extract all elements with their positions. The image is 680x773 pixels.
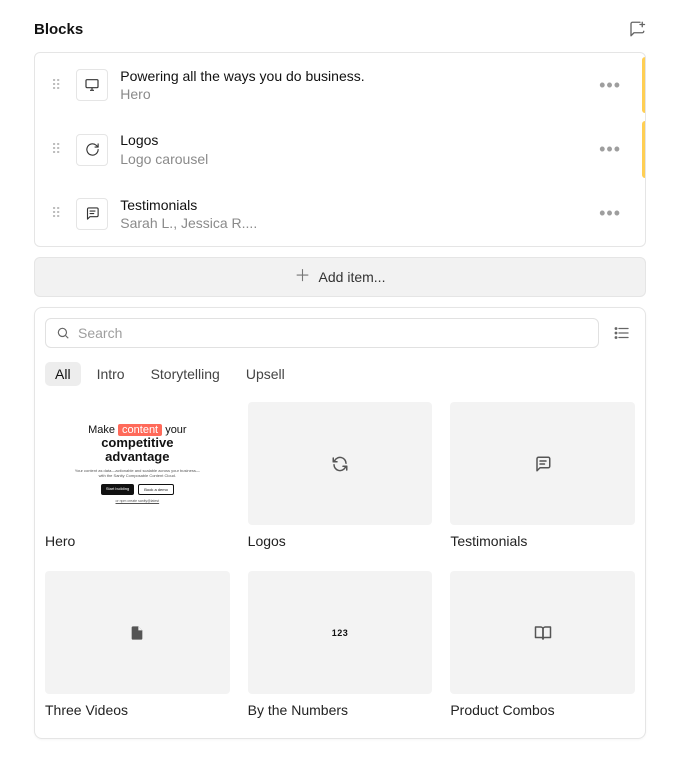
card-label: Product Combos bbox=[450, 702, 635, 718]
block-labels: Testimonials Sarah L., Jessica R.... bbox=[120, 196, 591, 232]
tab-storytelling[interactable]: Storytelling bbox=[141, 362, 230, 386]
block-row[interactable]: ⠿ Testimonials Sarah L., Jessica R.... •… bbox=[35, 182, 645, 246]
tab-intro[interactable]: Intro bbox=[87, 362, 135, 386]
kebab-menu-icon[interactable]: ••• bbox=[591, 75, 623, 96]
search-icon bbox=[56, 326, 70, 340]
block-row[interactable]: ⠿ Powering all the ways you do business.… bbox=[35, 53, 645, 117]
picker-card-product-combos[interactable]: Product Combos bbox=[450, 571, 635, 718]
card-thumb: 123 bbox=[248, 571, 433, 694]
card-thumb: Make content your competitive advantage … bbox=[45, 402, 230, 525]
card-label: Three Videos bbox=[45, 702, 230, 718]
search-input[interactable] bbox=[78, 325, 588, 341]
block-title: Testimonials bbox=[120, 196, 591, 214]
block-subtitle: Logo carousel bbox=[120, 150, 591, 168]
drag-handle-icon[interactable]: ⠿ bbox=[51, 205, 62, 222]
block-labels: Logos Logo carousel bbox=[120, 131, 591, 167]
chat-icon bbox=[534, 455, 552, 473]
add-item-button[interactable]: ＋ Add item... bbox=[34, 257, 646, 297]
refresh-icon bbox=[331, 455, 349, 473]
picker-card-hero[interactable]: Make content your competitive advantage … bbox=[45, 402, 230, 549]
picker-card-three-videos[interactable]: Three Videos bbox=[45, 571, 230, 718]
file-icon bbox=[129, 624, 145, 642]
section-title: Blocks bbox=[34, 21, 83, 38]
card-label: Hero bbox=[45, 533, 230, 549]
card-thumb bbox=[248, 402, 433, 525]
card-thumb bbox=[450, 571, 635, 694]
picker-grid: Make content your competitive advantage … bbox=[45, 402, 635, 718]
picker-tabs: All Intro Storytelling Upsell bbox=[45, 362, 635, 386]
card-label: Logos bbox=[248, 533, 433, 549]
plus-icon: ＋ bbox=[295, 269, 311, 285]
numbers-icon: 123 bbox=[332, 628, 349, 638]
drag-handle-icon[interactable]: ⠿ bbox=[51, 141, 62, 158]
new-chat-button[interactable] bbox=[628, 20, 646, 38]
card-label: Testimonials bbox=[450, 533, 635, 549]
block-subtitle: Hero bbox=[120, 85, 591, 103]
kebab-menu-icon[interactable]: ••• bbox=[591, 139, 623, 160]
card-thumb bbox=[45, 571, 230, 694]
drag-handle-icon[interactable]: ⠿ bbox=[51, 77, 62, 94]
card-thumb bbox=[450, 402, 635, 525]
picker-card-by-the-numbers[interactable]: 123 By the Numbers bbox=[248, 571, 433, 718]
refresh-icon bbox=[76, 134, 108, 166]
search-field[interactable] bbox=[45, 318, 599, 348]
kebab-menu-icon[interactable]: ••• bbox=[591, 203, 623, 224]
block-labels: Powering all the ways you do business. H… bbox=[120, 67, 591, 103]
block-picker: All Intro Storytelling Upsell Make conte… bbox=[34, 307, 646, 739]
blocks-list: ⠿ Powering all the ways you do business.… bbox=[34, 52, 646, 247]
book-icon bbox=[534, 624, 552, 642]
tab-upsell[interactable]: Upsell bbox=[236, 362, 295, 386]
list-view-toggle[interactable] bbox=[609, 320, 635, 346]
add-item-label: Add item... bbox=[319, 269, 386, 285]
block-subtitle: Sarah L., Jessica R.... bbox=[120, 214, 591, 232]
picker-card-testimonials[interactable]: Testimonials bbox=[450, 402, 635, 549]
block-title: Logos bbox=[120, 131, 591, 149]
block-row[interactable]: ⠿ Logos Logo carousel ••• bbox=[35, 117, 645, 181]
monitor-icon bbox=[76, 69, 108, 101]
picker-card-logos[interactable]: Logos bbox=[248, 402, 433, 549]
block-title: Powering all the ways you do business. bbox=[120, 67, 591, 85]
chat-icon bbox=[76, 198, 108, 230]
tab-all[interactable]: All bbox=[45, 362, 81, 386]
card-label: By the Numbers bbox=[248, 702, 433, 718]
